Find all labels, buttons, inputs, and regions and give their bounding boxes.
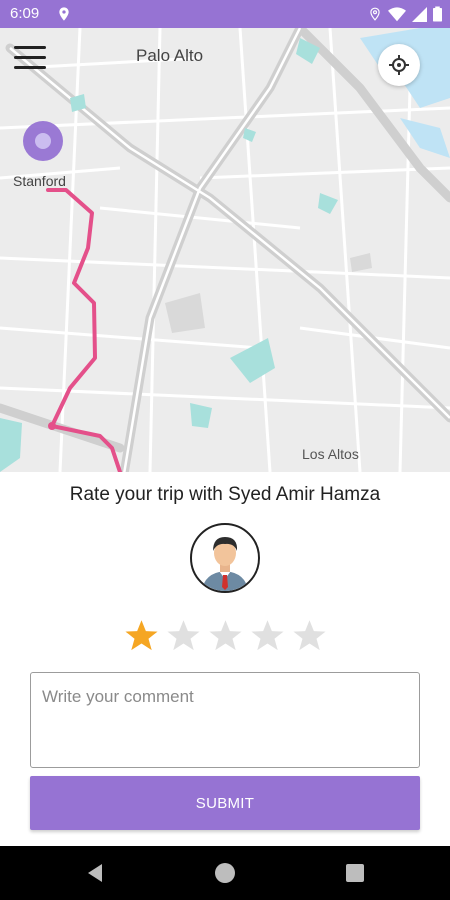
- wifi-icon: [388, 6, 406, 21]
- star-rating: [124, 618, 327, 653]
- submit-button[interactable]: SUBMIT: [30, 776, 420, 830]
- back-icon[interactable]: [82, 860, 108, 886]
- star-5-icon[interactable]: [292, 618, 327, 653]
- menu-button[interactable]: [14, 44, 48, 72]
- map-view[interactable]: Palo Alto Stanford Los Altos: [0, 28, 450, 472]
- my-location-button[interactable]: [378, 44, 420, 86]
- star-4-icon[interactable]: [250, 618, 285, 653]
- star-1-icon[interactable]: [124, 618, 159, 653]
- hamburger-line: [14, 66, 46, 69]
- hamburger-line: [14, 56, 46, 59]
- recents-icon[interactable]: [342, 860, 368, 886]
- hamburger-icon: [14, 46, 46, 49]
- map-label-stanford: Stanford: [13, 173, 66, 189]
- status-icons: [368, 5, 442, 23]
- location-pin-icon: [370, 7, 380, 21]
- status-bar: 6:09: [0, 0, 450, 28]
- star-3-icon[interactable]: [208, 618, 243, 653]
- status-time: 6:09: [10, 5, 40, 22]
- battery-icon: [433, 6, 442, 22]
- location-marker-icon: [23, 121, 63, 161]
- star-2-icon[interactable]: [166, 618, 201, 653]
- map-label-los-altos: Los Altos: [302, 446, 359, 462]
- driver-avatar-icon: [202, 537, 248, 591]
- rating-title: Rate your trip with Syed Amir Hamza: [69, 484, 381, 505]
- location-pin-icon: [59, 7, 69, 21]
- comment-input[interactable]: [30, 672, 420, 768]
- home-icon[interactable]: [212, 860, 238, 886]
- map-label-palo-alto: Palo Alto: [136, 46, 204, 65]
- map-graphic: [0, 28, 450, 472]
- system-nav-bar: [0, 846, 450, 900]
- signal-icon: [412, 6, 427, 22]
- driver-avatar: [190, 523, 260, 593]
- crosshair-icon: [389, 55, 409, 75]
